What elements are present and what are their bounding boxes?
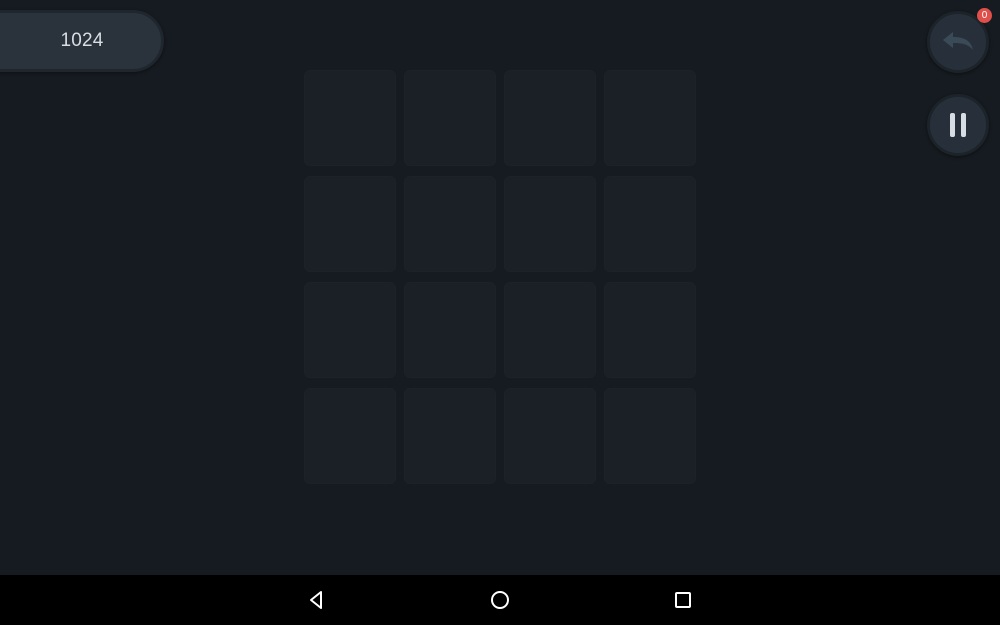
pause-button[interactable]	[927, 94, 989, 156]
system-navigation-bar	[0, 575, 1000, 625]
undo-arrow-icon	[943, 32, 973, 50]
board-cell	[404, 282, 496, 378]
game-area: 1024 0	[0, 0, 1000, 575]
back-triangle-icon	[310, 591, 322, 609]
board-cell	[504, 388, 596, 484]
board-cell	[304, 70, 396, 166]
score-display: 1024	[0, 10, 164, 72]
board-cell	[604, 282, 696, 378]
board-cell	[304, 388, 396, 484]
home-button[interactable]	[470, 575, 530, 625]
board-cell	[304, 282, 396, 378]
home-circle-icon	[491, 591, 509, 609]
score-value: 1024	[60, 30, 104, 51]
board-cell	[604, 388, 696, 484]
recents-square-icon	[675, 592, 691, 608]
board-cell	[504, 70, 596, 166]
board-cell	[604, 176, 696, 272]
board-cell	[604, 70, 696, 166]
undo-count-badge: 0	[977, 8, 992, 23]
pause-icon	[950, 113, 966, 137]
game-screen: 1024 0	[0, 0, 1000, 625]
board-cell	[304, 176, 396, 272]
recents-button[interactable]	[653, 575, 713, 625]
back-button[interactable]	[287, 575, 347, 625]
board-cell	[404, 70, 496, 166]
board-cell	[504, 176, 596, 272]
game-board[interactable]	[304, 70, 696, 484]
board-cell	[404, 388, 496, 484]
board-cell	[404, 176, 496, 272]
board-cell	[504, 282, 596, 378]
